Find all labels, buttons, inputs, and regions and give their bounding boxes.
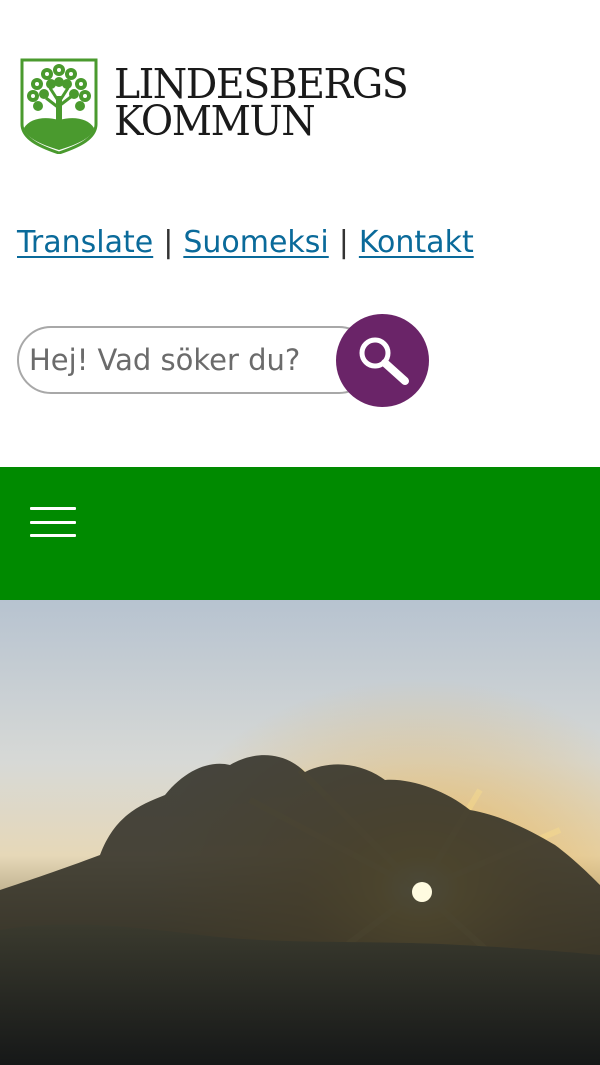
top-links: Translate | Suomeksi | Kontakt [17,224,474,262]
site-name: LINDESBERGS KOMMUN [114,64,409,145]
hero-image [0,600,600,1065]
menu-line [30,507,76,510]
main-navigation-bar [0,467,600,600]
sunrise-forest-image [0,600,600,1065]
tree-emblem-icon [20,58,98,154]
menu-line [30,534,76,537]
site-logo[interactable]: LINDESBERGS KOMMUN [20,58,440,154]
search-button[interactable] [336,314,429,407]
site-name-line-2: KOMMUN [114,97,316,145]
hamburger-menu-icon[interactable] [30,504,76,540]
finnish-language-link[interactable]: Suomeksi [183,225,328,260]
site-header: LINDESBERGS KOMMUN Translate | Suomeksi | Ko… [0,0,600,467]
search-form [17,313,437,407]
link-separator: | [338,225,349,260]
link-separator: | [163,225,174,260]
magnifier-icon [359,337,409,385]
translate-link[interactable]: Translate [17,225,153,260]
contact-link[interactable]: Kontakt [359,225,474,260]
menu-line [30,520,76,524]
search-input[interactable] [17,326,373,394]
